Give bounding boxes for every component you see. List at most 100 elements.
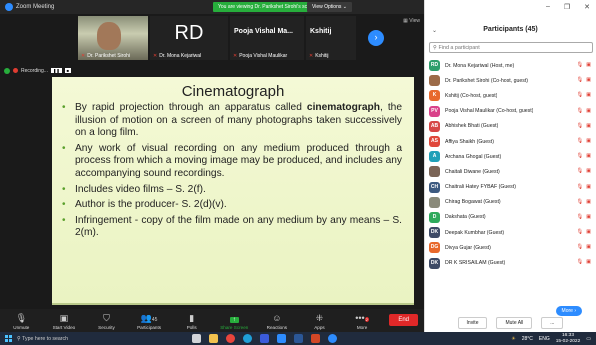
- maximize-icon[interactable]: ❐: [564, 3, 570, 11]
- participant-row[interactable]: D Dakshata (Guest) 🎙 ▣: [429, 210, 593, 225]
- video-off-icon: ▣: [586, 229, 591, 236]
- participant-avatar: [429, 75, 440, 87]
- participant-row[interactable]: DG Divya Gujar (Guest) 🎙 ▣: [429, 240, 593, 255]
- taskbar-apps: [192, 334, 337, 343]
- unmute-button[interactable]: 🎙 Unmute: [0, 313, 43, 330]
- participant-status-icons: 🎙 ▣: [577, 259, 592, 265]
- participant-search-input[interactable]: ⚲ Find a participant: [429, 42, 593, 53]
- muted-mic-icon: 🎙: [576, 107, 584, 114]
- video-tile-kshitij[interactable]: Kshitij ✕ Kshitij: [306, 16, 356, 60]
- participant-row[interactable]: A Archana Ghogal (Guest) 🎙 ▣: [429, 149, 593, 164]
- participant-name: DR K SRISAILAM (Guest): [445, 260, 506, 267]
- shared-screen-area: Recording... ❚❚ ■ Cinematograph By rapid…: [0, 62, 424, 309]
- video-off-icon: ▣: [586, 137, 591, 144]
- participant-row[interactable]: CH Chaitrali Hatey FYBAF (Guest) 🎙 ▣: [429, 180, 593, 195]
- notification-icon[interactable]: ▭: [586, 336, 591, 342]
- next-videos-button[interactable]: ›: [368, 30, 384, 46]
- participant-status-icons: 🎙 ▣: [577, 214, 592, 220]
- slide-bullet: Infringement - copy of the film made on …: [62, 215, 402, 240]
- video-tile-parikshet[interactable]: ✕ Dr. Parikshet Sirohi: [78, 16, 148, 60]
- participant-row[interactable]: RD Dr. Mona Kejariwal (Host, me) 🎙 ▣: [429, 58, 593, 73]
- participant-avatar: AS: [429, 136, 440, 148]
- participant-name: Dr. Parikshet Sirohi (Co-host, guest): [445, 77, 529, 84]
- participant-name: Kshitij (Co-host, guest): [445, 92, 498, 99]
- participant-row[interactable]: Dr. Parikshet Sirohi (Co-host, guest) 🎙 ▣: [429, 73, 593, 88]
- word-icon[interactable]: [294, 334, 303, 343]
- participant-row[interactable]: DK DR K SRISAILAM (Guest) 🎙 ▣: [429, 255, 593, 270]
- weather-icon: ☀: [511, 335, 516, 342]
- apps-button[interactable]: ⁜ Apps: [298, 313, 341, 330]
- muted-mic-icon: ✕: [81, 53, 86, 59]
- participant-row[interactable]: AS Affiya Shaikh (Guest) 🎙 ▣: [429, 134, 593, 149]
- close-icon[interactable]: ✕: [584, 3, 590, 11]
- system-tray: ☀ 28°C ENG 16:33 15-02-2022 ▭: [511, 333, 591, 344]
- windows-start-icon[interactable]: [5, 335, 12, 342]
- muted-mic-icon: 🎙: [576, 229, 584, 236]
- video-tile-pooja[interactable]: Pooja Vishal Ma... ✕ Pooja Vishal Maulika…: [230, 16, 304, 60]
- participants-button[interactable]: 👥45 Participants: [128, 313, 171, 330]
- stop-recording-button[interactable]: ■: [64, 68, 72, 73]
- muted-mic-icon: 🎙: [576, 259, 584, 266]
- apps-icon: ⁜: [315, 313, 324, 323]
- video-off-icon: ▣: [586, 107, 591, 114]
- file-explorer-icon[interactable]: [209, 334, 218, 343]
- webcam-person: [97, 22, 121, 50]
- participant-row[interactable]: AB Abhishek Bhati (Guest) 🎙 ▣: [429, 119, 593, 134]
- more-options-button[interactable]: ...: [541, 317, 564, 329]
- participant-name: Pooja Vishal Maulikar (Co-host, guest): [445, 108, 534, 115]
- video-off-icon: ▣: [586, 77, 591, 84]
- participant-row[interactable]: DK Deepak Kumbhar (Guest) 🎙 ▣: [429, 225, 593, 240]
- participant-name: Chaitali Diwane (Guest): [445, 168, 500, 175]
- participant-row[interactable]: Chaitali Diwane (Guest) 🎙 ▣: [429, 164, 593, 179]
- mute-all-button[interactable]: Mute All: [496, 317, 533, 329]
- clock[interactable]: 16:33 15-02-2022: [556, 333, 581, 344]
- weather-temp[interactable]: 28°C: [522, 336, 533, 342]
- muted-mic-icon: ✕: [153, 53, 158, 59]
- video-off-icon: ▣: [586, 153, 591, 160]
- participant-avatar: A: [429, 151, 440, 163]
- participant-row[interactable]: Chirag Bogawat (Guest) 🎙 ▣: [429, 195, 593, 210]
- minimize-icon[interactable]: –: [546, 3, 550, 11]
- chrome-icon[interactable]: [226, 334, 235, 343]
- chevron-right-icon: ›: [374, 32, 378, 42]
- participants-icon: 👥45: [140, 313, 158, 323]
- shield-icon: [4, 67, 10, 74]
- video-tile-title: Kshitij: [310, 28, 332, 35]
- participant-status-icons: 🎙 ▣: [577, 244, 592, 250]
- view-options-button[interactable]: View Options ⌄: [307, 2, 352, 12]
- language-indicator[interactable]: ENG: [539, 336, 550, 342]
- participant-status-icons: 🎙 ▣: [577, 168, 592, 174]
- pause-recording-button[interactable]: ❚❚: [50, 68, 62, 73]
- mail-icon[interactable]: [277, 334, 286, 343]
- share-screen-button[interactable]: ↑ Share Screen: [213, 313, 256, 330]
- taskbar-search-input[interactable]: ⚲ Type here to search: [17, 336, 192, 342]
- muted-mic-icon: 🎙: [576, 168, 584, 175]
- security-button[interactable]: ⛉ Security: [85, 313, 128, 330]
- participant-row[interactable]: PV Pooja Vishal Maulikar (Co-host, guest)…: [429, 104, 593, 119]
- more-button[interactable]: •••2 More: [341, 313, 384, 330]
- zoom-taskbar-icon[interactable]: [328, 334, 337, 343]
- invite-button[interactable]: Invite: [457, 317, 488, 329]
- presentation-slide: Cinematograph By rapid projection throug…: [52, 77, 414, 305]
- video-tile-mona[interactable]: RD ✕ Dr. Mona Kejariwal: [150, 16, 228, 60]
- participant-name: Deepak Kumbhar (Guest): [445, 229, 505, 236]
- end-meeting-button[interactable]: End: [389, 314, 419, 326]
- start-video-button[interactable]: ▣ Start Video: [43, 313, 86, 330]
- polls-button[interactable]: ▮ Polls: [170, 313, 213, 330]
- participant-row[interactable]: K Kshitij (Co-host, guest) 🎙 ▣: [429, 88, 593, 103]
- participant-status-icons: 🎙 ▣: [577, 108, 592, 114]
- powerpoint-icon[interactable]: [311, 334, 320, 343]
- task-view-icon[interactable]: [192, 334, 201, 343]
- muted-mic-icon: 🎙: [576, 92, 584, 99]
- reactions-button[interactable]: ☺ Reactions: [256, 313, 299, 330]
- facebook-icon[interactable]: [260, 334, 269, 343]
- more-participant-options-button[interactable]: More ›: [555, 306, 582, 316]
- slide-bullet: Any work of visual recording on any medi…: [62, 143, 402, 181]
- view-toggle[interactable]: ▦ View: [403, 18, 420, 24]
- participant-status-icons: 🎙 ▣: [577, 77, 592, 83]
- participant-avatar: AB: [429, 120, 440, 132]
- muted-mic-icon: ✕: [309, 53, 314, 59]
- edge-icon[interactable]: [243, 334, 252, 343]
- video-off-icon: ▣: [586, 259, 591, 266]
- participant-status-icons: 🎙 ▣: [577, 123, 592, 129]
